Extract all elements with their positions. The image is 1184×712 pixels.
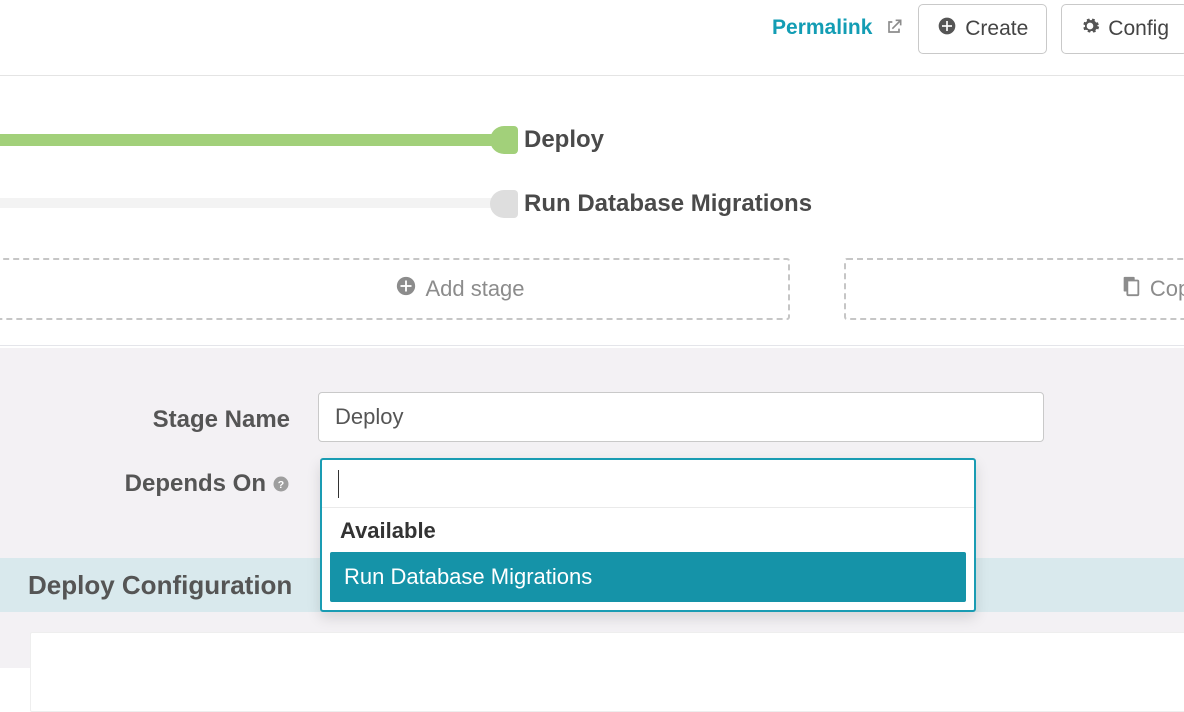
configure-button[interactable]: Config [1061,4,1184,54]
stage-name-label: Stage Name [153,406,290,434]
depends-on-select[interactable]: Available Run Database Migrations [320,458,976,612]
copy-icon [1120,275,1142,303]
create-button-label: Create [965,17,1028,41]
permalink-link[interactable]: Permalink [772,4,904,52]
depends-on-input[interactable] [322,460,974,508]
permalink-icon [884,7,904,27]
add-stage-label: Add stage [425,276,524,302]
stage-name-input[interactable] [318,392,1044,442]
pipeline-node-label[interactable]: Deploy [524,126,604,154]
copy-stage-button[interactable]: Copy an existi [844,258,1184,320]
pipeline-node-label[interactable]: Run Database Migrations [524,190,812,218]
gear-icon [1080,16,1100,42]
create-button[interactable]: Create [918,4,1047,54]
depends-on-option[interactable]: Run Database Migrations [330,552,966,602]
text-cursor [338,470,339,498]
stage-form: Stage Name Depends On ? Available Run Da… [0,348,1184,668]
plus-circle-icon [937,16,957,42]
pipeline-edge [0,134,512,146]
svg-text:?: ? [278,479,284,491]
pipeline-node-migrations[interactable] [490,190,518,218]
plus-circle-icon [395,275,417,303]
top-bar: Permalink Create Config [0,0,1184,76]
depends-on-label: Depends On ? [125,470,290,498]
pipeline-graph: Deploy Run Database Migrations Add stage… [0,76,1184,346]
help-icon[interactable]: ? [272,475,290,493]
depends-on-label-text: Depends On [125,470,266,498]
stage-name-label-text: Stage Name [153,406,290,434]
configure-button-label: Config [1108,17,1169,41]
copy-stage-label: Copy an existi [1150,276,1184,302]
add-stage-button[interactable]: Add stage [0,258,790,320]
config-panel [30,632,1184,712]
pipeline-edge [0,198,512,208]
permalink-label: Permalink [772,16,872,39]
pipeline-node-deploy[interactable] [490,126,518,154]
depends-on-group-label: Available [322,508,974,552]
section-header-title: Deploy Configuration [28,570,292,601]
